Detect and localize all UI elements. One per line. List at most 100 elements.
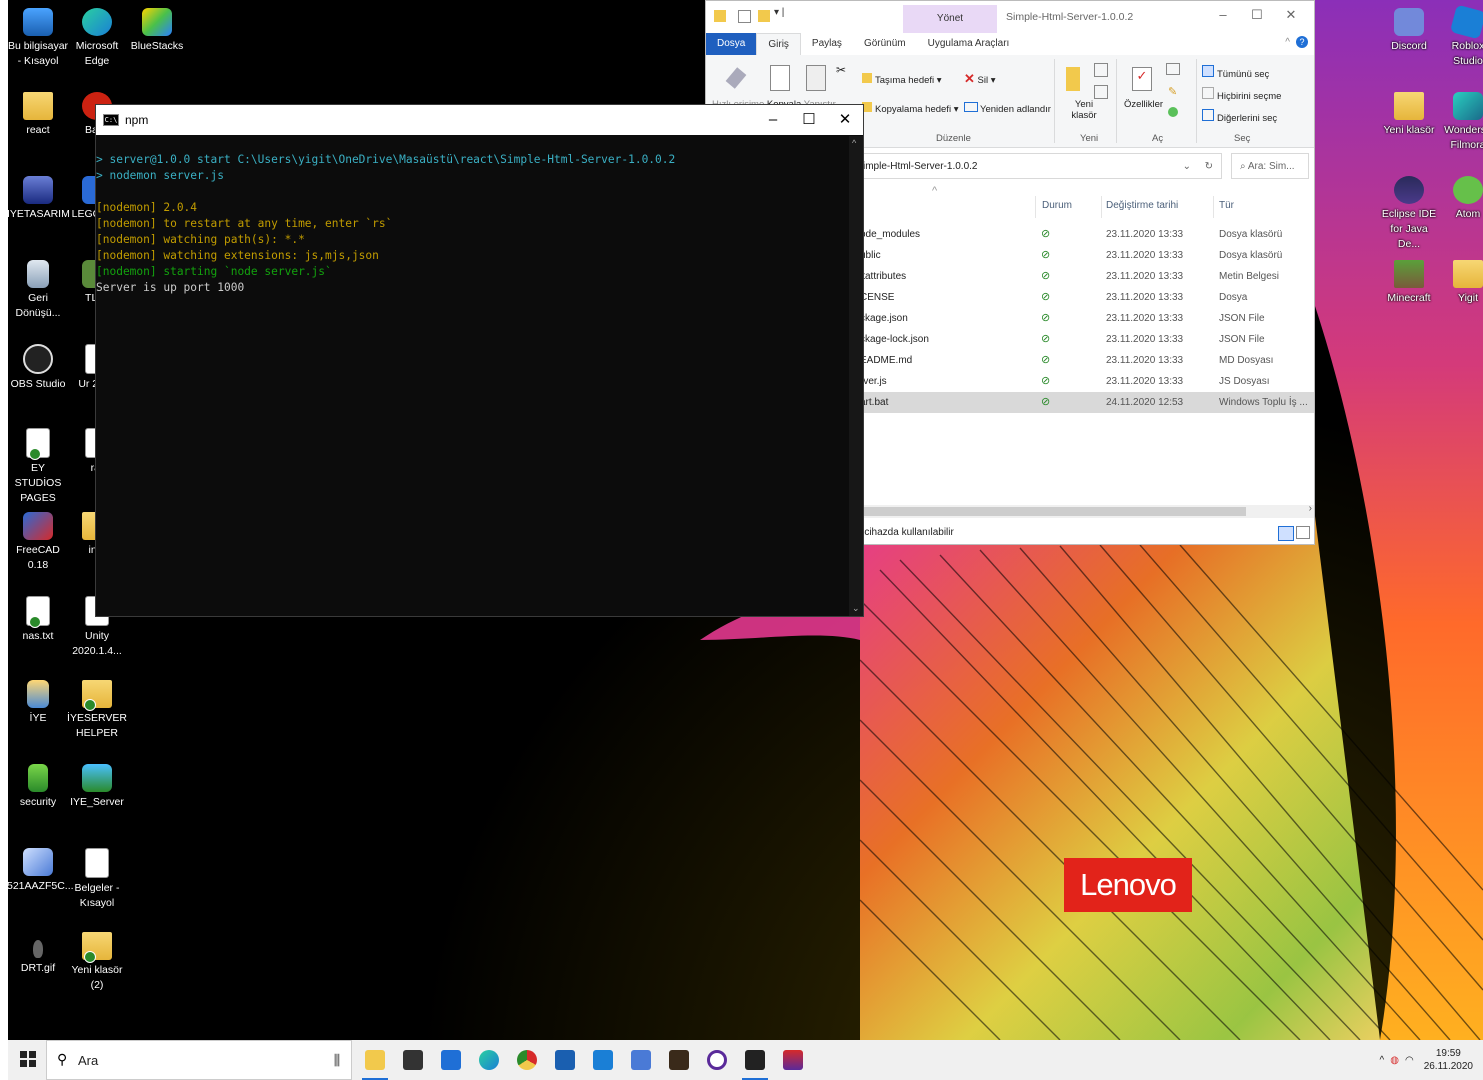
- column-modified[interactable]: Değiştirme tarihi: [1106, 196, 1178, 216]
- desktop-icon-roblox-studio[interactable]: Roblox Studio: [1437, 4, 1483, 69]
- cut-icon[interactable]: ✂: [836, 63, 846, 77]
- desktop-icon-freecad[interactable]: FreeCAD 0.18: [7, 512, 69, 573]
- history-icon[interactable]: [1168, 107, 1178, 117]
- close-button[interactable]: ✕: [827, 105, 863, 135]
- tab-app-tools[interactable]: Uygulama Araçları: [917, 33, 1021, 55]
- table-row[interactable]: itattributes ⊘ 23.11.2020 13:33 Metin Belge…: [856, 266, 1314, 287]
- details-view-icon[interactable]: [1278, 526, 1294, 541]
- close-button[interactable]: ✕: [1274, 7, 1308, 23]
- desktop-icon-filmora[interactable]: Wondersh Filmora: [1437, 92, 1483, 153]
- desktop-icon-security[interactable]: security: [7, 764, 69, 810]
- table-row[interactable]: ckage.json ⊘ 23.11.2020 13:33 JSON File: [856, 308, 1314, 329]
- taskbar-search[interactable]: ⚲ Ara: [46, 1040, 352, 1080]
- taskbar-edge[interactable]: [470, 1040, 508, 1080]
- taskbar-terminal[interactable]: [736, 1040, 774, 1080]
- customize-qat-icon[interactable]: ▾ |: [774, 7, 784, 18]
- desktop-icon-discord[interactable]: Discord: [1378, 8, 1440, 54]
- tab-view[interactable]: Görünüm: [853, 33, 917, 55]
- title-bar[interactable]: ▾ | Yönet Simple-Html-Server-1.0.0.2 – ☐…: [706, 1, 1314, 33]
- vertical-scrollbar[interactable]: ^ ⌄: [849, 136, 863, 616]
- task-view-button[interactable]: ⫼: [318, 1040, 356, 1080]
- move-to-button[interactable]: Taşıma hedefi ▾: [862, 73, 942, 86]
- rename-button[interactable]: Yeniden adlandır: [964, 102, 1051, 115]
- table-row[interactable]: ode_modules ⊘ 23.11.2020 13:33 Dosya klasör…: [856, 224, 1314, 245]
- select-all-button[interactable]: Tümünü seç: [1202, 65, 1269, 80]
- tab-home[interactable]: Giriş: [756, 33, 801, 55]
- desktop-icon-belgeler[interactable]: Belgeler - Kısayol: [66, 848, 128, 911]
- desktop-icon-minecraft[interactable]: Minecraft: [1378, 260, 1440, 306]
- taskbar-chrome[interactable]: [508, 1040, 546, 1080]
- desktop-icon-atom[interactable]: Atom: [1437, 176, 1483, 222]
- desktop-icon-ey-studios[interactable]: EY STUDİOS PAGES: [7, 428, 69, 506]
- desktop-icon-iye-server[interactable]: IYE_Server: [66, 764, 128, 810]
- maximize-button[interactable]: ☐: [1240, 7, 1274, 23]
- desktop-icon-recycle-bin[interactable]: Geri Dönüşü...: [7, 260, 69, 321]
- start-button[interactable]: [20, 1051, 36, 1072]
- copy-to-button[interactable]: Kopyalama hedefi ▾: [862, 102, 958, 115]
- properties-icon[interactable]: [738, 10, 751, 23]
- table-row[interactable]: EADME.md ⊘ 23.11.2020 13:33 MD Dosyası: [856, 350, 1314, 371]
- table-row[interactable]: CENSE ⊘ 23.11.2020 13:33 Dosya: [856, 287, 1314, 308]
- desktop-icon-edge[interactable]: Microsoft Edge: [66, 8, 128, 69]
- taskbar-store[interactable]: [394, 1040, 432, 1080]
- new-folder-button[interactable]: Yeni klasör: [1064, 99, 1104, 121]
- desktop-icon-yigit[interactable]: Yigit: [1437, 260, 1483, 306]
- minimize-button[interactable]: –: [755, 105, 791, 135]
- help-icon[interactable]: ?: [1296, 36, 1308, 48]
- column-type[interactable]: Tür: [1219, 196, 1234, 216]
- new-item-icon[interactable]: [1094, 63, 1108, 77]
- refresh-icon[interactable]: ↻: [1205, 154, 1213, 180]
- invert-selection-button[interactable]: Diğerlerini seç: [1202, 109, 1277, 124]
- taskbar-launcher[interactable]: [546, 1040, 584, 1080]
- taskbar-vscode[interactable]: [584, 1040, 622, 1080]
- search-input[interactable]: ⌕ Ara: Sim...: [1231, 153, 1309, 179]
- terminal-title-bar[interactable]: C:\ npm – ☐ ✕: [96, 105, 863, 135]
- easy-access-icon[interactable]: [1094, 85, 1108, 99]
- desktop-icon-this-pc[interactable]: Bu bilgisayar - Kısayol: [7, 8, 69, 69]
- table-row[interactable]: ublic ⊘ 23.11.2020 13:33 Dosya klasörü: [856, 245, 1314, 266]
- minimize-button[interactable]: –: [1206, 7, 1240, 23]
- table-row-selected[interactable]: art.bat ⊘ 24.11.2020 12:53 Windows Toplu İş…: [856, 392, 1314, 413]
- properties-button[interactable]: Özellikler: [1124, 99, 1163, 110]
- terminal-output[interactable]: > server@1.0.0 start C:\Users\yigit\OneD…: [96, 136, 849, 616]
- desktop-icon-obs[interactable]: OBS Studio: [7, 344, 69, 392]
- table-row[interactable]: rver.js ⊘ 23.11.2020 13:33 JS Dosyası: [856, 371, 1314, 392]
- tab-share[interactable]: Paylaş: [801, 33, 853, 55]
- tray-overflow-icon[interactable]: ^: [1380, 1055, 1385, 1066]
- clock[interactable]: 19:59 26.11.2020: [1424, 1047, 1473, 1073]
- taskbar-mail[interactable]: [432, 1040, 470, 1080]
- desktop-icon-521aazf5c[interactable]: 521AAZF5C...: [7, 848, 74, 894]
- ribbon-collapse-icon[interactable]: ^: [1285, 37, 1290, 48]
- scroll-up-icon[interactable]: ^: [852, 138, 856, 148]
- tab-file[interactable]: Dosya: [706, 33, 757, 55]
- tiles-view-icon[interactable]: [1296, 526, 1310, 539]
- horizontal-scrollbar[interactable]: ›: [856, 503, 1314, 518]
- network-icon[interactable]: ◍: [1390, 1055, 1399, 1066]
- open-icon[interactable]: [1166, 63, 1180, 75]
- delete-button[interactable]: ✕ Sil ▾: [964, 71, 996, 87]
- address-dropdown-icon[interactable]: ⌄: [1183, 154, 1191, 180]
- taskbar-file-explorer[interactable]: [356, 1040, 394, 1080]
- desktop-icon-nas-txt[interactable]: nas.txt: [7, 596, 69, 644]
- taskbar-winrar[interactable]: [774, 1040, 812, 1080]
- scroll-right-icon[interactable]: ›: [1309, 503, 1312, 514]
- desktop-icon-eclipse[interactable]: Eclipse IDE for Java De...: [1378, 176, 1440, 252]
- address-bar[interactable]: imple-Html-Server-1.0.0.2 ⌄ ↻: [856, 153, 1222, 179]
- desktop-icon-react[interactable]: react: [7, 92, 69, 138]
- desktop-icon-bluestacks[interactable]: BlueStacks: [126, 8, 188, 54]
- new-folder-qat-icon[interactable]: [758, 10, 770, 22]
- desktop-icon-drt-gif[interactable]: DRT.gif: [7, 932, 69, 976]
- desktop-icon-iyeserver-helper[interactable]: İYESERVER HELPER: [66, 680, 128, 741]
- table-row[interactable]: ckage-lock.json ⊘ 23.11.2020 13:33 JSON Fil…: [856, 329, 1314, 350]
- taskbar-minecraft[interactable]: [660, 1040, 698, 1080]
- taskbar-app[interactable]: [622, 1040, 660, 1080]
- scroll-thumb[interactable]: [856, 507, 1246, 516]
- wifi-icon[interactable]: ◠: [1405, 1055, 1414, 1066]
- desktop-icon-yeni-klasor[interactable]: Yeni klasör: [1378, 92, 1440, 138]
- edit-icon[interactable]: ✎: [1168, 85, 1177, 98]
- column-status[interactable]: Durum: [1042, 196, 1072, 216]
- maximize-button[interactable]: ☐: [791, 105, 827, 135]
- scroll-down-icon[interactable]: ⌄: [852, 603, 860, 614]
- manage-tab[interactable]: Yönet: [903, 5, 997, 33]
- desktop-icon-iyetasarim[interactable]: IYETASARIM: [7, 176, 70, 222]
